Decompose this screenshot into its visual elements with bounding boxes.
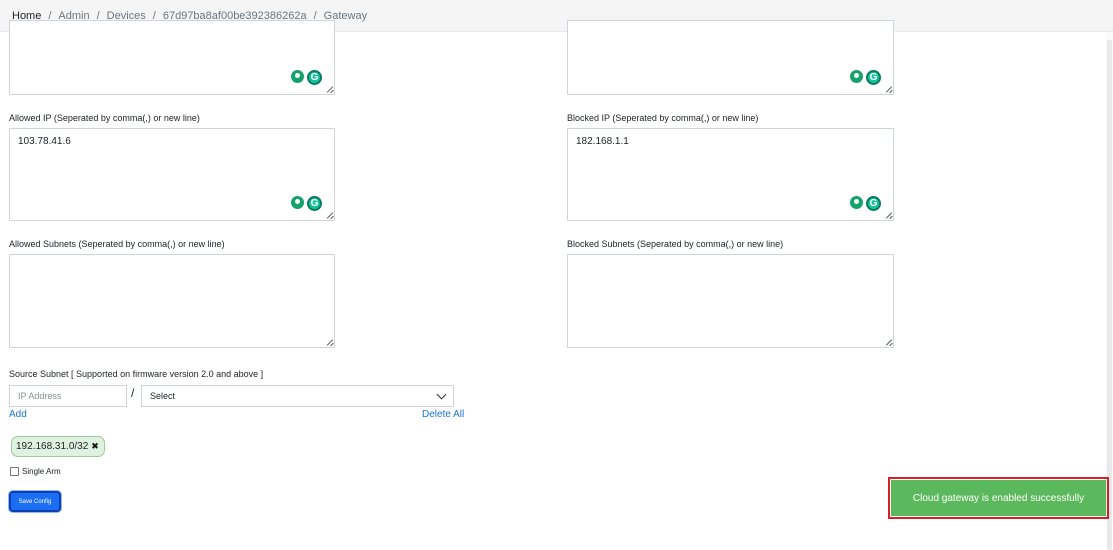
- blocked-ip-label: Blocked IP (Seperated by comma(,) or new…: [567, 113, 759, 123]
- resize-handle-icon[interactable]: [326, 86, 333, 93]
- single-arm-label: Single Arm: [22, 467, 61, 476]
- single-arm-checkbox[interactable]: [10, 467, 19, 476]
- scrollbar-thumb[interactable]: [1107, 40, 1112, 550]
- grammarly-suggestion-icon[interactable]: [850, 196, 863, 209]
- allowed-ip-textarea[interactable]: 103.78.41.6 G: [9, 128, 335, 221]
- add-subnet-link[interactable]: Add: [9, 409, 27, 420]
- subnet-mask-select-value: Select: [150, 391, 176, 401]
- grammarly-logo-icon[interactable]: G: [307, 70, 322, 85]
- success-toast[interactable]: Cloud gateway is enabled successfully: [891, 480, 1106, 516]
- allowed-ip-value: 103.78.41.6: [18, 136, 71, 147]
- vertical-scrollbar[interactable]: [1106, 32, 1113, 550]
- top-left-textarea[interactable]: G: [9, 20, 335, 95]
- blocked-ip-value: 182.168.1.1: [576, 136, 629, 147]
- subnet-chip-label: 192.168.31.0/32: [16, 441, 89, 452]
- grammarly-widget[interactable]: G: [850, 196, 881, 211]
- grammarly-widget[interactable]: G: [291, 70, 322, 85]
- ip-address-input[interactable]: IP Address: [9, 385, 127, 407]
- source-subnet-label: Source Subnet [ Supported on firmware ve…: [9, 369, 264, 379]
- subnet-separator: /: [131, 386, 135, 400]
- grammarly-suggestion-icon[interactable]: [850, 70, 863, 83]
- allowed-subnets-label: Allowed Subnets (Seperated by comma(,) o…: [9, 239, 225, 249]
- blocked-ip-textarea[interactable]: 182.168.1.1 G: [567, 128, 894, 221]
- allowed-ip-label: Allowed IP (Seperated by comma(,) or new…: [9, 113, 200, 123]
- grammarly-suggestion-icon[interactable]: [291, 70, 304, 83]
- grammarly-logo-icon[interactable]: G: [866, 70, 881, 85]
- allowed-subnets-textarea[interactable]: [9, 254, 335, 348]
- grammarly-widget[interactable]: G: [291, 196, 322, 211]
- blocked-subnets-textarea[interactable]: [567, 254, 894, 348]
- subnet-chip: 192.168.31.0/32 ✖: [11, 436, 105, 457]
- grammarly-widget[interactable]: G: [850, 70, 881, 85]
- resize-handle-icon[interactable]: [326, 212, 333, 219]
- remove-chip-icon[interactable]: ✖: [91, 441, 99, 452]
- resize-handle-icon[interactable]: [326, 339, 333, 346]
- grammarly-logo-icon[interactable]: G: [866, 196, 881, 211]
- grammarly-logo-icon[interactable]: G: [307, 196, 322, 211]
- grammarly-suggestion-icon[interactable]: [291, 196, 304, 209]
- top-right-textarea[interactable]: G: [567, 20, 894, 95]
- resize-handle-icon[interactable]: [885, 339, 892, 346]
- save-config-button[interactable]: Save Config: [9, 491, 61, 512]
- subnet-mask-select[interactable]: Select: [141, 385, 454, 407]
- resize-handle-icon[interactable]: [885, 86, 892, 93]
- delete-all-link[interactable]: Delete All: [422, 409, 464, 420]
- resize-handle-icon[interactable]: [885, 212, 892, 219]
- blocked-subnets-label: Blocked Subnets (Seperated by comma(,) o…: [567, 239, 784, 249]
- chevron-down-icon: [436, 389, 447, 400]
